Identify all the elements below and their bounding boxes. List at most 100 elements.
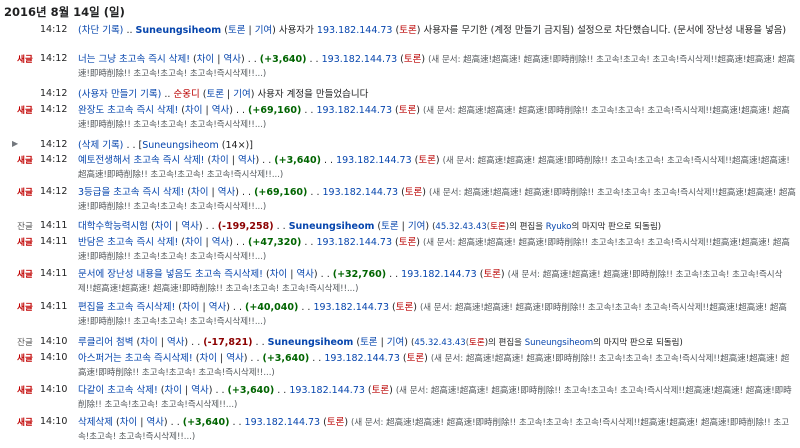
page-title-link[interactable]: 문서에 장난성 내용을 넣음도 초고속 즉시삭제! (78, 269, 263, 280)
delete-log-link[interactable]: (삭제 기록) (78, 140, 123, 151)
user-link[interactable]: Suneungsiheom (136, 25, 222, 36)
user-link[interactable]: Suneungsiheom (268, 337, 354, 348)
ip-link[interactable]: 193.182.144.73 (317, 25, 393, 36)
history-link[interactable]: 역사 (181, 221, 198, 232)
change-row: 새글 14:11 반담은 초고속 즉시 삭제! (차이 | 역사) . . (+47… (0, 236, 800, 262)
page-title-link[interactable]: 삭제삭제 (78, 417, 113, 428)
talk-link[interactable]: 토론 (381, 221, 398, 232)
page-title-link[interactable]: 대학수학능력시험 (78, 221, 148, 232)
size-delta: (+47,320) (248, 237, 302, 248)
talk-link[interactable]: 토론 (206, 89, 223, 100)
ip-link[interactable]: 45.32.43.43 (414, 338, 465, 348)
diff-link[interactable]: 차이 (199, 353, 216, 364)
size-delta: (-17,821) (203, 337, 253, 348)
ip-talk-link[interactable]: 토론 (490, 222, 506, 232)
create-log-link[interactable]: (사용자 만들기 기록) (78, 89, 161, 100)
ip-link[interactable]: 193.182.144.73 (245, 417, 321, 428)
ip-talk-link[interactable]: 토론 (327, 417, 344, 428)
reverted-to-user-link[interactable]: Suneungsiheom (525, 338, 593, 348)
entry-time: 14:12 (40, 53, 68, 64)
log-row-block: 14:12 (차단 기록) .. Suneungsiheom (토론 | 기여)… (40, 24, 787, 36)
history-link[interactable]: 역사 (209, 302, 226, 313)
page-title-link[interactable]: 예토전생해서 초고속 즉시 삭제! (78, 155, 205, 166)
ip-talk-link[interactable]: 토론 (404, 54, 421, 65)
expand-arrow-icon[interactable]: ▶ (12, 139, 18, 148)
contrib-link[interactable]: 기여 (233, 89, 250, 100)
user-link[interactable]: Suneungsiheom (142, 140, 219, 151)
history-link[interactable]: 역사 (146, 417, 163, 428)
history-link[interactable]: 역사 (226, 353, 243, 364)
ip-talk-link[interactable]: 토론 (405, 187, 422, 198)
ip-talk-link[interactable]: 토론 (372, 385, 389, 396)
ip-talk-link[interactable]: 토론 (469, 338, 485, 348)
page-title-link[interactable]: 반담은 초고속 즉시 삭제! (78, 237, 178, 248)
diff-link[interactable]: 차이 (197, 54, 214, 65)
talk-link[interactable]: 토론 (360, 337, 377, 348)
ip-talk-link[interactable]: 토론 (407, 353, 424, 364)
edit-summary: (새 문서: 超高速!超高速! 超高速!即時削除!! 초고속!초고속! 초고속!… (78, 188, 796, 212)
page-title-link[interactable]: 아스퍼거는 초고속 즉시삭제! (78, 353, 193, 364)
contrib-link[interactable]: 기여 (408, 221, 425, 232)
history-link[interactable]: 역사 (224, 54, 241, 65)
log-text: 사용자를 무기한 (계정 만들기 금지됨) 설정으로 차단했습니다. (문서에 … (423, 25, 787, 36)
summary-text: )의 편집을 (484, 338, 525, 348)
history-link[interactable]: 역사 (218, 187, 235, 198)
new-page-flag: 새글 (17, 270, 33, 280)
history-link[interactable]: 역사 (212, 105, 229, 116)
entry-time: 14:10 (40, 384, 68, 395)
page-title-link[interactable]: 편집을 초고속 즉시삭제! (78, 302, 175, 313)
size-delta: (+40,040) (245, 302, 299, 313)
ip-link[interactable]: 193.182.144.73 (316, 105, 392, 116)
page-title-link[interactable]: 다같이 초고속 삭제! (78, 385, 158, 396)
entry-time: 14:10 (40, 352, 68, 363)
diff-link[interactable]: 차이 (140, 337, 157, 348)
ip-link[interactable]: 193.182.144.73 (322, 54, 398, 65)
ip-talk-link[interactable]: 토론 (399, 25, 416, 36)
user-link[interactable]: Suneungsiheom (289, 221, 375, 232)
page-title-link[interactable]: 3등급을 초고속 즉시 삭제! (78, 187, 184, 198)
ip-link[interactable]: 193.182.144.73 (316, 237, 392, 248)
reverted-to-user-link[interactable]: Ryuko (546, 222, 572, 232)
ip-talk-link[interactable]: 토론 (399, 237, 416, 248)
diff-link[interactable]: 차이 (185, 105, 202, 116)
diff-link[interactable]: 차이 (270, 269, 287, 280)
ip-link[interactable]: 193.182.144.73 (324, 353, 400, 364)
ip-talk-link[interactable]: 토론 (418, 155, 435, 166)
history-link[interactable]: 역사 (296, 269, 313, 280)
history-link[interactable]: 역사 (238, 155, 255, 166)
page-title-link[interactable]: 루클리어 첨벽 (78, 337, 133, 348)
change-row: 새글 14:10 아스퍼거는 초고속 즉시삭제! (차이 | 역사) . . (+3… (0, 352, 800, 378)
diff-link[interactable]: 차이 (191, 187, 208, 198)
ip-talk-link[interactable]: 토론 (396, 302, 413, 313)
entry-time: 14:12 (40, 154, 68, 165)
ip-link[interactable]: 193.182.144.73 (289, 385, 365, 396)
block-log-link[interactable]: (차단 기록) (78, 25, 123, 36)
talk-link[interactable]: 토론 (228, 25, 245, 36)
user-link[interactable]: 순옹디 (173, 89, 199, 100)
entry-time: 14:11 (40, 236, 68, 247)
ip-link[interactable]: 193.182.144.73 (336, 155, 412, 166)
page-title-link[interactable]: 완장도 초고속 즉시 삭제! (78, 105, 178, 116)
new-page-flag: 새글 (17, 55, 33, 65)
contrib-link[interactable]: 기여 (255, 25, 272, 36)
history-link[interactable]: 역사 (191, 385, 208, 396)
diff-link[interactable]: 차이 (182, 302, 199, 313)
ip-link[interactable]: 193.182.144.73 (323, 187, 399, 198)
new-page-flag: 새글 (17, 156, 33, 166)
diff-link[interactable]: 차이 (185, 237, 202, 248)
contrib-link[interactable]: 기여 (387, 337, 404, 348)
diff-link[interactable]: 차이 (120, 417, 137, 428)
ip-link[interactable]: 193.182.144.73 (313, 302, 389, 313)
ip-talk-link[interactable]: 토론 (483, 269, 500, 280)
history-link[interactable]: 역사 (167, 337, 184, 348)
recent-changes-page: 2016년 8월 14일 (일) 14:12 (차단 기록) .. Suneun… (0, 0, 800, 448)
ip-link[interactable]: 193.182.144.73 (401, 269, 477, 280)
diff-link[interactable]: 차이 (211, 155, 228, 166)
ip-link[interactable]: 45.32.43.43 (435, 222, 486, 232)
log-row-delete-group: ▶ 14:12 (삭제 기록) . . [Suneungsiheom (14×)… (12, 139, 253, 151)
ip-talk-link[interactable]: 토론 (399, 105, 416, 116)
diff-link[interactable]: 차이 (155, 221, 172, 232)
history-link[interactable]: 역사 (212, 237, 229, 248)
page-title-link[interactable]: 너는 그냥 초고속 즉시 삭제! (78, 54, 190, 65)
diff-link[interactable]: 차이 (165, 385, 182, 396)
